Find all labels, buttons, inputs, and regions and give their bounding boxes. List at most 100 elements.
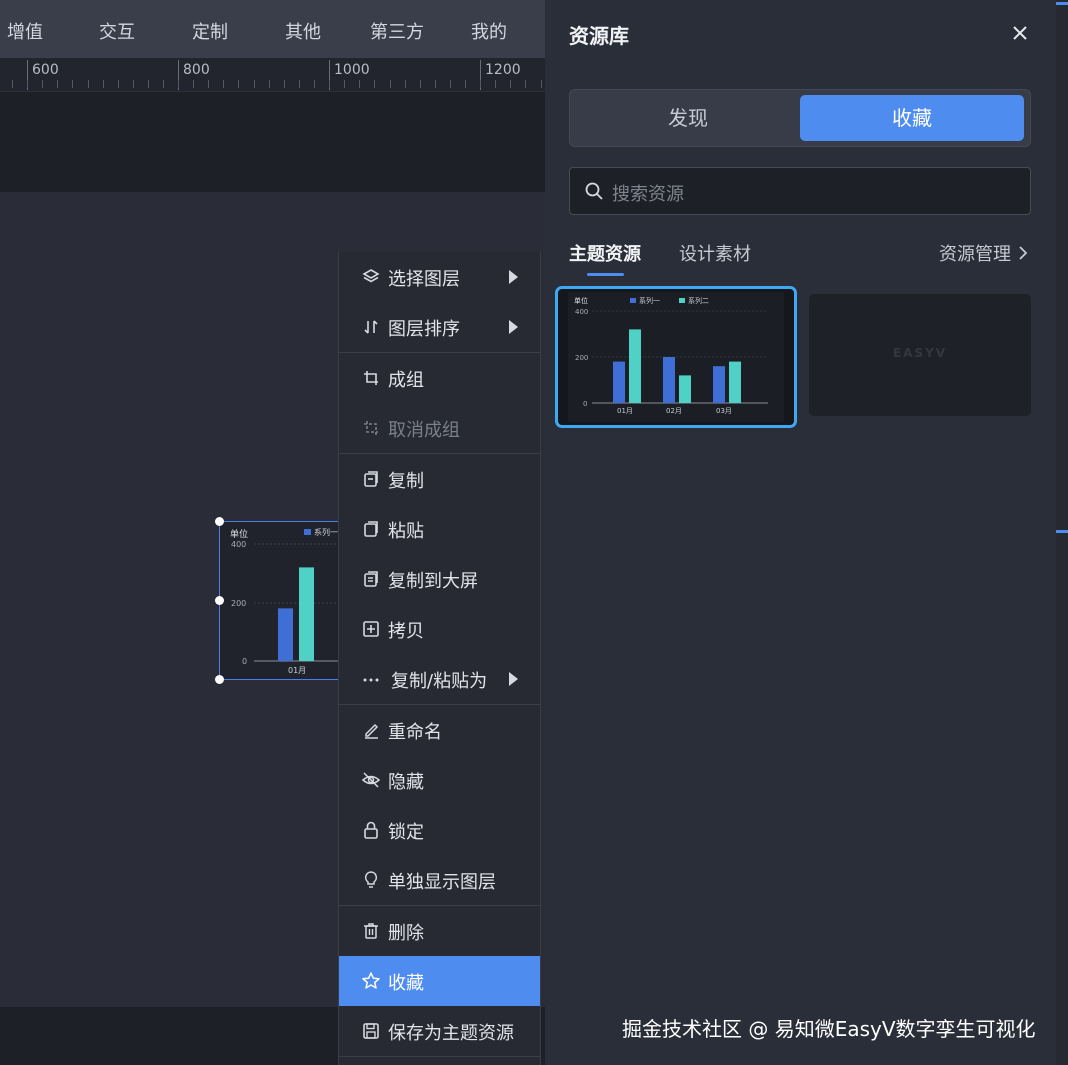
favorite-card-chart[interactable]: 单位 系列一 系列二 400 200 0 01月 02月 03月 [555, 286, 797, 428]
search-input[interactable]: 搜索资源 [569, 167, 1031, 215]
x-tick-label: 01月 [288, 666, 306, 675]
menu-item-select-layer[interactable]: 选择图层 [339, 252, 540, 302]
menu-item-lock[interactable]: 锁定 [339, 805, 540, 855]
menu-item-label: 锁定 [388, 822, 424, 843]
sort-icon [361, 317, 381, 337]
card-x-tick-label: 03月 [716, 407, 732, 415]
menu-item-layer-order[interactable]: 图层排序 [339, 302, 540, 352]
panel-title: 资源库 [569, 24, 629, 48]
search-icon [584, 181, 604, 201]
resize-handle-bottom-left[interactable] [215, 675, 224, 684]
resize-handle-top-left[interactable] [215, 517, 224, 526]
resource-management-link[interactable]: 资源管理 [939, 240, 1029, 266]
menu-item-save-as-theme[interactable]: 保存为主题资源 [339, 1006, 540, 1056]
ruler-minor-tick [208, 80, 209, 88]
nav-tab-mine[interactable]: 我的 [471, 18, 507, 44]
menu-item-label: 单独显示图层 [388, 872, 496, 893]
ruler-minor-tick [480, 80, 481, 88]
active-subtab-indicator [587, 273, 624, 276]
rename-icon [361, 720, 381, 740]
card-y-tick-label: 400 [575, 308, 588, 316]
menu-item-rename[interactable]: 重命名 [339, 705, 540, 755]
menu-item-copy[interactable]: 复制 [339, 454, 540, 504]
submenu-arrow-icon [509, 320, 518, 334]
ruler-minor-tick [450, 80, 451, 88]
bar-02月-系列一 [663, 357, 675, 403]
menu-divider [339, 1056, 540, 1057]
ruler-label: 800 [183, 62, 210, 78]
legend-label-series1: 系列一 [314, 527, 338, 537]
ruler-minor-tick [12, 80, 13, 88]
ruler-label: 1000 [334, 62, 370, 78]
app-root: 增值 交互 定制 其他 第三方 我的 600 800 1000 1200 单位 … [0, 0, 1068, 1065]
menu-item-label: 成组 [388, 370, 424, 391]
menu-item-copy-paste-as[interactable]: 复制/粘贴为 [339, 654, 540, 704]
ruler-minor-tick [193, 80, 194, 88]
menu-item-label: 保存为主题资源 [388, 1023, 514, 1044]
star-icon [361, 971, 381, 991]
favorite-card-easyv[interactable]: EASYV [809, 294, 1031, 416]
segment-discover[interactable]: 发现 [576, 95, 800, 141]
menu-item-solo-layer[interactable]: 单独显示图层 [339, 855, 540, 905]
menu-item-delete[interactable]: 删除 [339, 906, 540, 956]
canvas-top-band [0, 92, 545, 192]
ruler-minor-tick [435, 80, 436, 88]
close-icon[interactable] [1009, 22, 1031, 44]
ruler-minor-tick [420, 80, 421, 88]
bar-01月-系列二 [629, 329, 641, 403]
subtab-theme-resources[interactable]: 主题资源 [569, 240, 641, 266]
menu-item-label: 复制到大屏 [388, 571, 478, 592]
group-icon [361, 368, 381, 388]
nav-tab-third-party[interactable]: 第三方 [370, 18, 424, 44]
menu-item-hide[interactable]: 隐藏 [339, 755, 540, 805]
segment-favorites[interactable]: 收藏 [800, 95, 1024, 141]
menu-item-group[interactable]: 成组 [339, 353, 540, 403]
segmented-control: 发现 收藏 [569, 89, 1031, 147]
ruler-minor-tick [133, 80, 134, 88]
nav-tab-custom[interactable]: 定制 [192, 18, 228, 44]
ruler-minor-tick [178, 80, 179, 88]
paste-icon [361, 519, 381, 539]
ruler-minor-tick [541, 80, 542, 88]
menu-item-ungroup[interactable]: 取消成组 [339, 403, 540, 453]
ruler-minor-tick [299, 80, 300, 88]
card-chart-unit-label: 单位 [574, 296, 588, 305]
menu-item-label: 图层排序 [388, 319, 460, 340]
menu-item-label: 收藏 [388, 973, 424, 994]
context-menu: 选择图层 图层排序 成组 取消成组 复制 粘贴 复制到大屏 拷贝 复制/粘贴为 … [338, 252, 541, 1065]
top-nav: 增值 交互 定制 其他 第三方 我的 [0, 0, 545, 58]
subtab-design-assets[interactable]: 设计素材 [679, 240, 751, 266]
menu-item-label: 选择图层 [388, 269, 460, 290]
submenu-arrow-icon [509, 270, 518, 284]
bar-01月-系列一 [613, 361, 625, 403]
ruler-minor-tick [374, 80, 375, 88]
menu-item-label: 拷贝 [388, 621, 424, 642]
search-placeholder: 搜索资源 [612, 184, 684, 205]
card-bar-chart: 单位 系列一 系列二 400 200 0 01月 02月 03月 [568, 292, 784, 422]
ruler-minor-tick [163, 80, 164, 88]
ungroup-icon [361, 418, 381, 438]
menu-item-paste[interactable]: 粘贴 [339, 504, 540, 554]
ruler-minor-tick [510, 80, 511, 88]
ruler-label: 1200 [485, 62, 521, 78]
ruler-minor-tick [284, 80, 285, 88]
nav-tab-value-added[interactable]: 增值 [7, 18, 43, 44]
trash-icon [361, 921, 381, 941]
ruler-minor-tick [344, 80, 345, 88]
menu-item-label: 重命名 [388, 722, 442, 743]
card-y-tick-label: 200 [575, 354, 588, 362]
resize-handle-left[interactable] [215, 596, 224, 605]
menu-item-duplicate[interactable]: 拷贝 [339, 604, 540, 654]
right-scrollbar[interactable] [1056, 0, 1068, 1065]
bar-03月-系列一 [713, 366, 725, 403]
nav-tab-interaction[interactable]: 交互 [99, 18, 135, 44]
selected-chart-widget[interactable]: 单位 系列一 400 200 0 01月 [219, 521, 349, 680]
resource-library-panel: 资源库 发现 收藏 搜索资源 主题资源 设计素材 资源管理 单位 系列一 系列二… [545, 0, 1056, 1065]
nav-tab-other[interactable]: 其他 [285, 18, 321, 44]
ruler-minor-tick [495, 80, 496, 88]
menu-item-copy-to-screen[interactable]: 复制到大屏 [339, 554, 540, 604]
menu-item-favorite[interactable]: 收藏 [339, 956, 540, 1006]
ruler-minor-tick [57, 80, 58, 88]
save-icon [361, 1021, 381, 1041]
ruler-minor-tick [359, 80, 360, 88]
